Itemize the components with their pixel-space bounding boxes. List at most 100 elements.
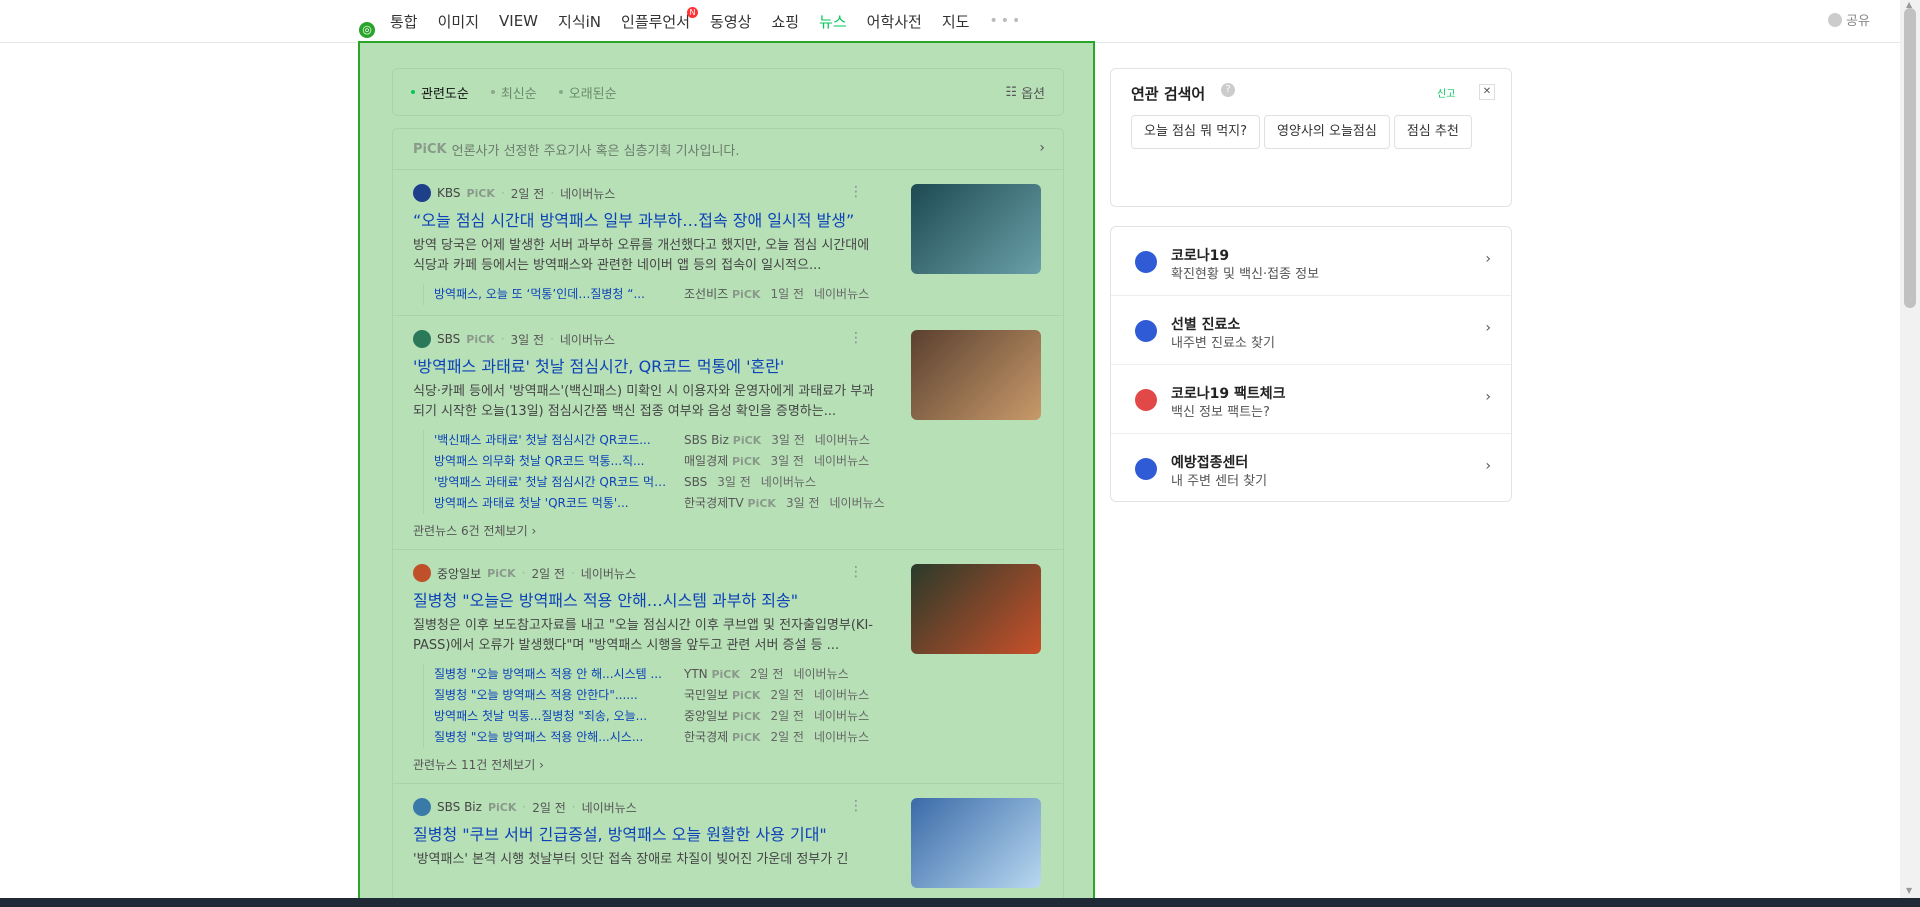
related-news-press[interactable]: 한국경제TV PiCK [684, 493, 776, 514]
naver-news-link[interactable]: 네이버뉴스 [581, 565, 636, 582]
article-title[interactable]: 질병청 "오늘은 방역패스 적용 안해…시스템 과부하 죄송" [413, 590, 883, 612]
tab-label: 인플루언서 [621, 12, 691, 31]
naver-news-link[interactable]: 네이버뉴스 [582, 799, 637, 816]
chevron-right-icon: › [1039, 140, 1045, 156]
article-title[interactable]: '방역패스 과태료' 첫날 점심시간, QR코드 먹통에 '혼란' [413, 356, 883, 378]
related-news-press[interactable]: 조선비즈 PiCK [684, 284, 760, 305]
related-news-item[interactable]: 질병청 "오늘 방역패스 적용 안 해...시스템 ... YTN PiCK 2일 … [434, 664, 1043, 685]
more-options-icon[interactable]: ⋮ [849, 798, 863, 814]
related-news-source[interactable]: 네이버뉴스 [830, 493, 885, 514]
press-name[interactable]: KBS [437, 186, 461, 200]
related-news-press[interactable]: 국민일보 PiCK [684, 685, 760, 706]
press-name[interactable]: SBS [437, 332, 460, 346]
related-search-chip[interactable]: 점심 추천 [1393, 115, 1472, 149]
related-news-title[interactable]: 방역패스 의무화 첫날 QR코드 먹통...직... [434, 451, 674, 472]
article-thumbnail[interactable] [911, 330, 1041, 420]
related-news-item[interactable]: 질병청 "오늘 방역패스 적용 안해...시스... 한국경제 PiCK 2일 전 네… [434, 727, 1043, 748]
close-icon[interactable]: ✕ [1479, 84, 1495, 100]
related-news-item[interactable]: 방역패스 첫날 먹통...질병청 "죄송, 오늘... 중앙일보 PiCK 2일 전… [434, 706, 1043, 727]
related-news-title[interactable]: 방역패스 과태료 첫날 'QR코드 먹통'... [434, 493, 674, 514]
tab-2[interactable]: VIEW [499, 12, 550, 30]
more-options-icon[interactable]: ⋮ [849, 564, 863, 580]
share-button[interactable]: 공유 [1828, 10, 1870, 29]
related-news-title[interactable]: 질병청 "오늘 방역패스 적용 안한다"...... [434, 685, 674, 706]
related-news-source[interactable]: 네이버뉴스 [814, 451, 869, 472]
view-all-related-link[interactable]: 관련뉴스 11건 전체보기 › [413, 756, 1043, 773]
article-time: 3일 전 [510, 332, 545, 347]
article-description[interactable]: 질병청은 이후 보도참고자료를 내고 "오늘 점심시간 이후 쿠브앱 및 전자출… [413, 616, 885, 656]
related-news-item[interactable]: '방역패스 과태료' 첫날 점심시간 QR코드 먹통 혼란 SBS 3일 전 네이버… [434, 472, 1043, 493]
corona-link-item[interactable]: 코로나19 팩트체크 백신 정보 팩트는? › [1111, 365, 1511, 434]
options-button[interactable]: ☷ 옵션 [1005, 83, 1045, 102]
related-news-source[interactable]: 네이버뉴스 [814, 727, 869, 748]
corona-link-item[interactable]: 선별 진료소 내주변 진료소 찾기 › [1111, 296, 1511, 365]
article-thumbnail[interactable] [911, 564, 1041, 654]
corona-link-item[interactable]: 코로나19 확진현황 및 백신·접종 정보 › [1111, 227, 1511, 296]
press-logo[interactable] [413, 798, 431, 816]
sort-latest[interactable]: 최신순 [490, 83, 537, 102]
related-news-title[interactable]: 방역패스 첫날 먹통...질병청 "죄송, 오늘... [434, 706, 674, 727]
scrollbar-thumb[interactable] [1904, 8, 1916, 308]
related-news-press[interactable]: SBS [684, 472, 707, 493]
article-title[interactable]: “오늘 점심 시간대 방역패스 일부 과부하…접속 장애 일시적 발생” [413, 210, 883, 232]
tab-5[interactable]: 동영상 [710, 11, 763, 32]
scroll-down-icon[interactable]: ▼ [1906, 886, 1912, 895]
related-news-press[interactable]: 중앙일보 PiCK [684, 706, 760, 727]
naver-news-link[interactable]: 네이버뉴스 [560, 331, 615, 348]
article-description[interactable]: 식당·카페 등에서 '방역패스'(백신패스) 미확인 시 이용자와 운영자에게 … [413, 382, 885, 422]
tab-1[interactable]: 이미지 [438, 11, 491, 32]
related-news-item[interactable]: 질병청 "오늘 방역패스 적용 안한다"...... 국민일보 PiCK 2일 전 네… [434, 685, 1043, 706]
related-news-title[interactable]: 방역패스, 오늘 또 ‘먹통’인데…질병청 “... [434, 284, 674, 305]
sort-relevance[interactable]: 관련도순 [411, 83, 469, 102]
more-options-icon[interactable]: ⋮ [849, 184, 863, 200]
related-news-press[interactable]: 한국경제 PiCK [684, 727, 760, 748]
related-news-item[interactable]: 방역패스 의무화 첫날 QR코드 먹통...직... 매일경제 PiCK 3일 전 네… [434, 451, 1043, 472]
related-news-source[interactable]: 네이버뉴스 [814, 706, 869, 727]
related-news-source[interactable]: 네이버뉴스 [814, 284, 869, 305]
related-news-title[interactable]: '방역패스 과태료' 첫날 점심시간 QR코드 먹통 혼란 [434, 472, 674, 493]
press-logo[interactable] [413, 330, 431, 348]
tab-8[interactable]: 어학사전 [867, 11, 934, 32]
article-description[interactable]: 방역 당국은 어제 발생한 서버 과부하 오류를 개선했다고 했지만, 오늘 점… [413, 236, 885, 276]
corona-link-item[interactable]: 예방접종센터 내 주변 센터 찾기 › [1111, 434, 1511, 502]
related-search-chip[interactable]: 영양사의 오늘점심 [1264, 115, 1390, 149]
tab-3[interactable]: 지식iN [558, 11, 613, 32]
press-name[interactable]: 중앙일보 [437, 565, 481, 582]
related-news-item[interactable]: 방역패스, 오늘 또 ‘먹통’인데…질병청 “... 조선비즈 PiCK 1일 전 네… [434, 284, 1043, 305]
related-news-press[interactable]: SBS Biz PiCK [684, 430, 761, 451]
pick-info-bar[interactable]: PiCK 언론사가 선정한 주요기사 혹은 심층기획 기사입니다. › [393, 129, 1063, 170]
press-logo[interactable] [413, 184, 431, 202]
related-news-item[interactable]: '백신패스 과태료' 첫날 점심시간 QR코드... SBS Biz PiCK 3일… [434, 430, 1043, 451]
related-news-source[interactable]: 네이버뉴스 [793, 664, 848, 685]
corona-link-icon [1135, 320, 1157, 342]
related-news-press[interactable]: YTN PiCK [684, 664, 740, 685]
more-tabs-button[interactable]: ••• [989, 13, 1023, 29]
related-news-source[interactable]: 네이버뉴스 [815, 430, 870, 451]
help-icon[interactable]: ? [1221, 83, 1235, 97]
tab-7[interactable]: 뉴스 [819, 11, 859, 32]
report-link[interactable]: 신고 [1437, 85, 1455, 100]
tab-6[interactable]: 쇼핑 [771, 11, 811, 32]
tab-4[interactable]: 인플루언서 N [621, 6, 702, 32]
related-news-item[interactable]: 방역패스 과태료 첫날 'QR코드 먹통'... 한국경제TV PiCK 3일 전 네… [434, 493, 1043, 514]
related-news-title[interactable]: 질병청 "오늘 방역패스 적용 안 해...시스템 ... [434, 664, 674, 685]
related-news-source[interactable]: 네이버뉴스 [761, 472, 816, 493]
related-news-press[interactable]: 매일경제 PiCK [684, 451, 760, 472]
related-news-title[interactable]: 질병청 "오늘 방역패스 적용 안해...시스... [434, 727, 674, 748]
article-thumbnail[interactable] [911, 798, 1041, 888]
press-name[interactable]: SBS Biz [437, 800, 482, 814]
related-news-source[interactable]: 네이버뉴스 [814, 685, 869, 706]
article-thumbnail[interactable] [911, 184, 1041, 274]
related-news-title[interactable]: '백신패스 과태료' 첫날 점심시간 QR코드... [434, 430, 674, 451]
related-search-chip[interactable]: 오늘 점심 뭐 먹지? [1131, 115, 1261, 149]
sort-oldest[interactable]: 오래된순 [558, 83, 617, 102]
more-options-icon[interactable]: ⋮ [849, 330, 863, 346]
press-logo[interactable] [413, 564, 431, 582]
view-all-related-link[interactable]: 관련뉴스 6건 전체보기 › [413, 522, 1043, 539]
article-description[interactable]: '방역패스' 본격 시행 첫날부터 잇단 접속 장애로 차질이 빚어진 가운데 … [413, 850, 885, 890]
tab-0[interactable]: 통합 [390, 11, 430, 32]
tab-9[interactable]: 지도 [942, 11, 982, 32]
vertical-scrollbar[interactable]: ▲ ▼ [1900, 0, 1920, 907]
article-title[interactable]: 질병청 "쿠브 서버 긴급증설, 방역패스 오늘 원활한 사용 기대" [413, 824, 883, 846]
naver-news-link[interactable]: 네이버뉴스 [560, 185, 615, 202]
